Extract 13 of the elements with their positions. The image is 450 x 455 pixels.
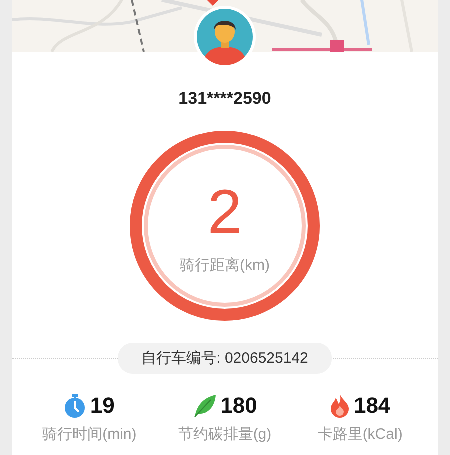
stat-value: 180 xyxy=(220,393,258,419)
stat-label: 节约碳排量(g) xyxy=(178,425,272,444)
bike-number: 自行车编号: 0206525142 xyxy=(118,342,332,374)
flame-icon xyxy=(330,394,350,418)
distance-label: 骑行距离(km) xyxy=(180,256,270,274)
leaf-icon xyxy=(192,394,217,418)
stat-label: 骑行时间(min) xyxy=(42,425,137,444)
stat-label: 卡路里(kCal) xyxy=(318,425,403,444)
stat-value: 19 xyxy=(90,393,115,419)
distance-value: 2 xyxy=(208,182,242,244)
stopwatch-icon xyxy=(64,394,86,418)
phone-number: 131****2590 xyxy=(178,89,272,109)
stat-value: 184 xyxy=(354,393,391,419)
